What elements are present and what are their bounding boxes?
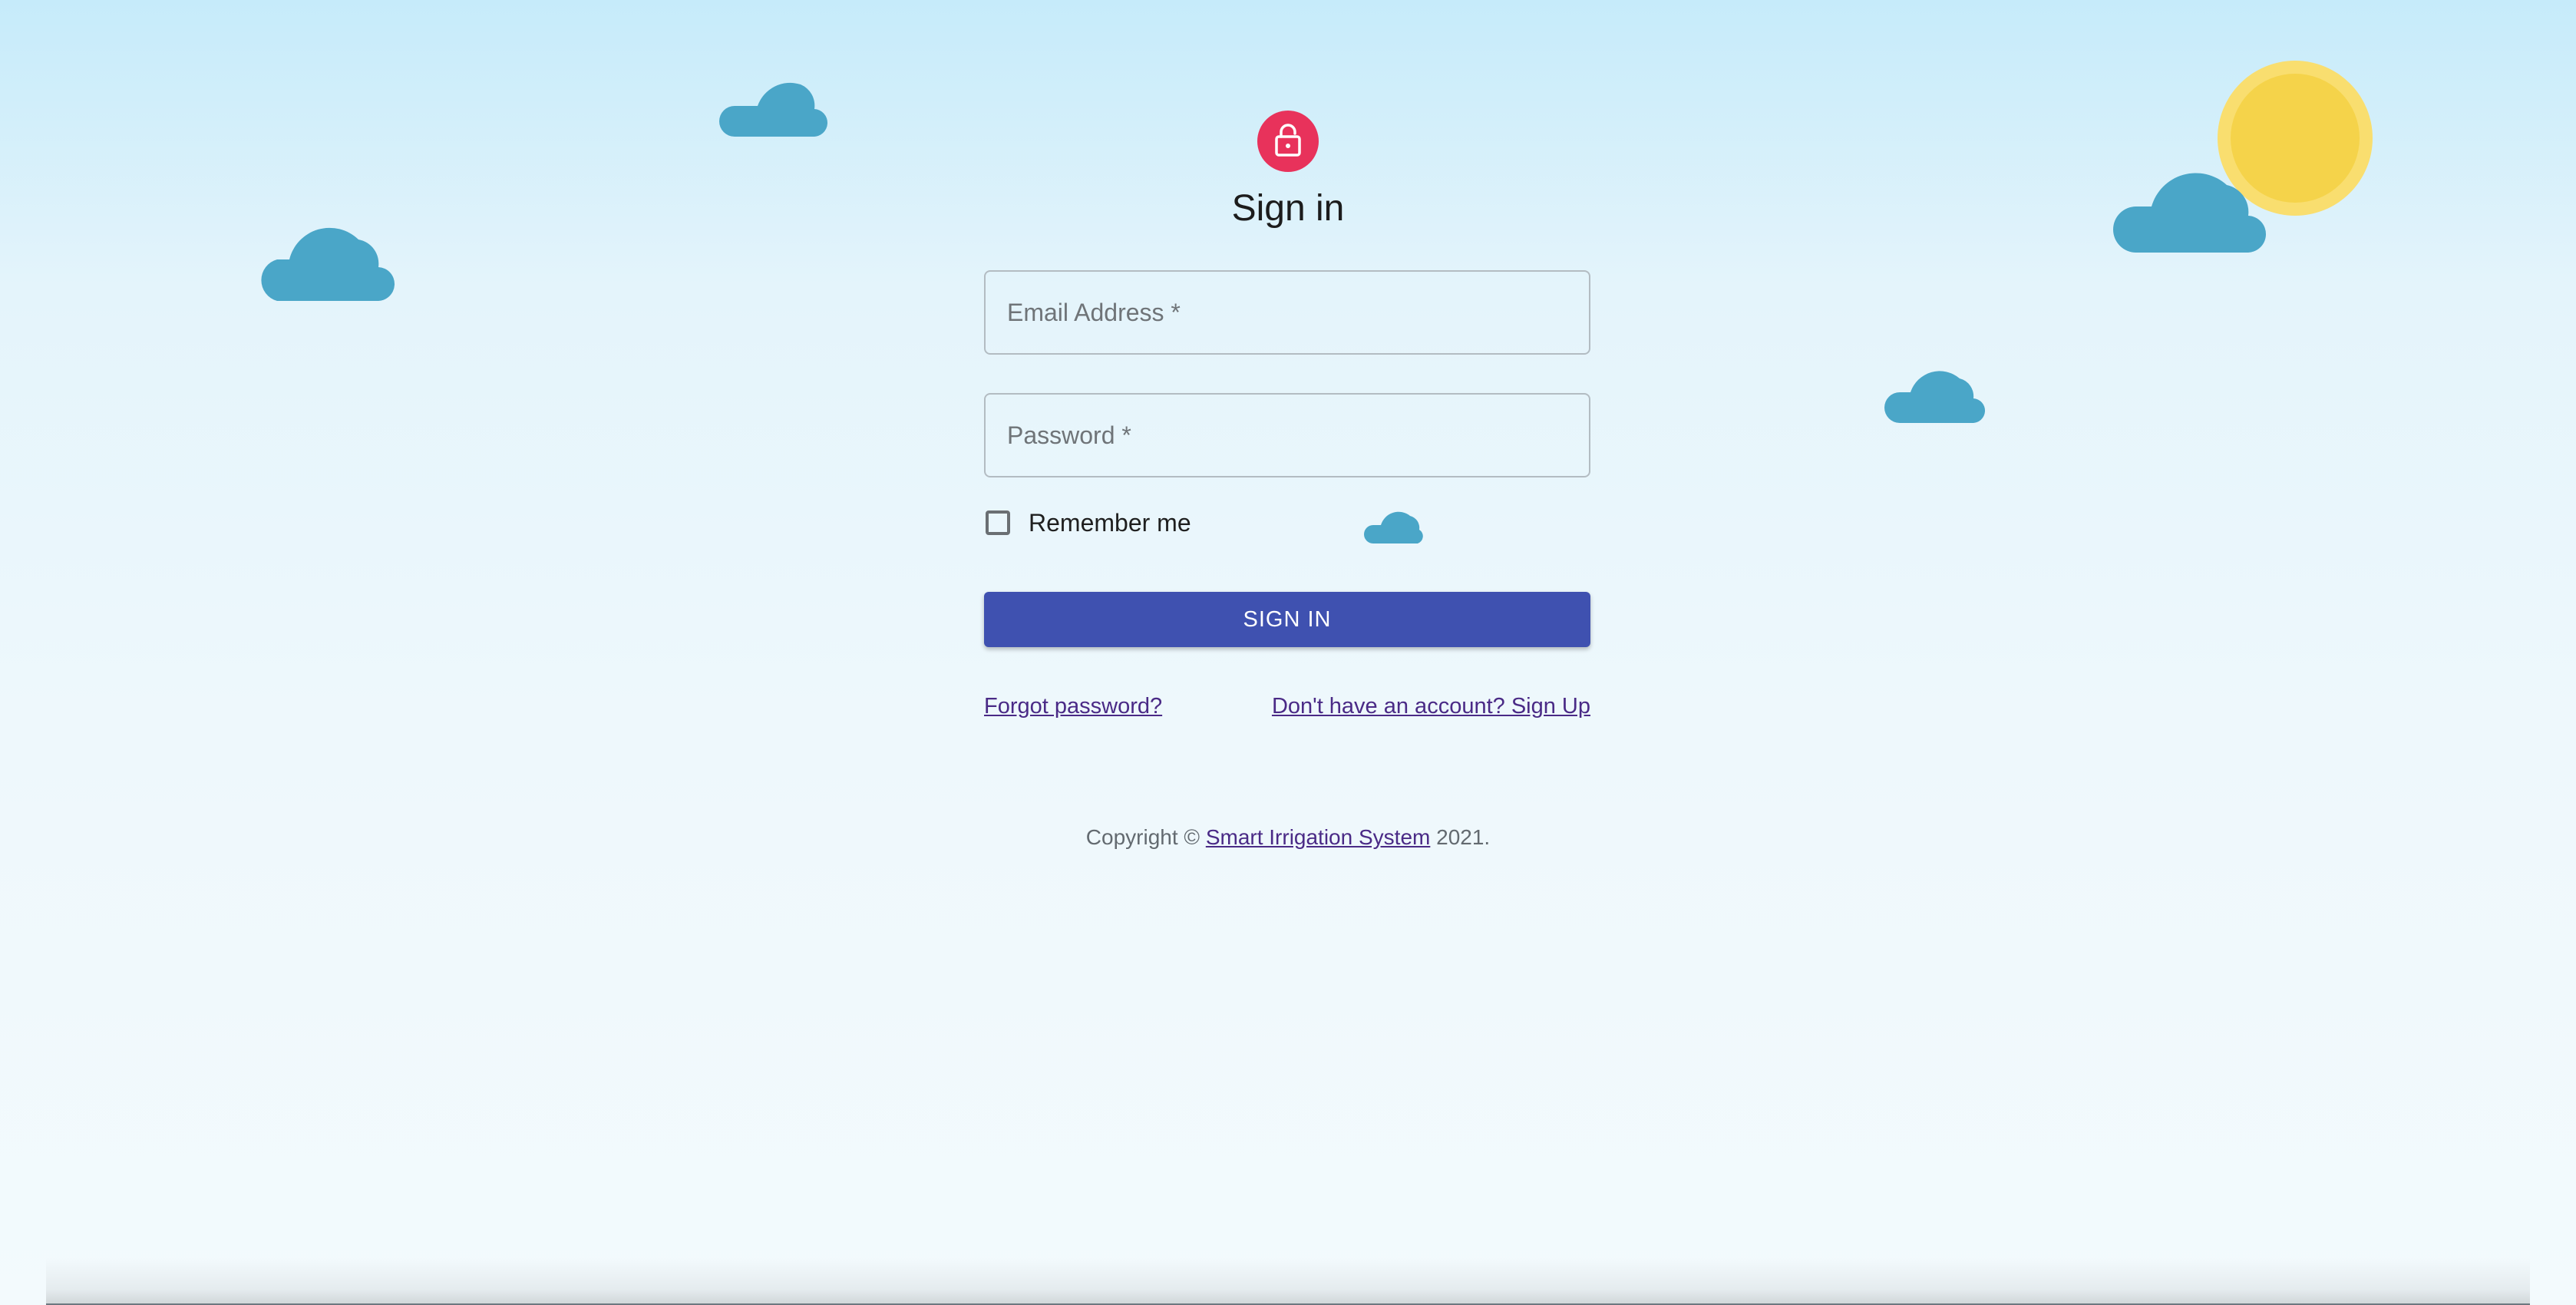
sign-in-button[interactable]: SIGN IN	[984, 592, 1590, 647]
sign-in-page: Sign in Email Address * Password * Remem…	[0, 0, 2576, 1305]
email-input[interactable]	[986, 272, 1589, 353]
brand-link[interactable]: Smart Irrigation System	[1206, 825, 1431, 849]
cloud-icon	[1884, 352, 1986, 423]
sign-up-link[interactable]: Don't have an account? Sign Up	[1272, 694, 1590, 719]
remember-me-label[interactable]: Remember me	[1029, 509, 1191, 537]
email-field[interactable]: Email Address *	[984, 270, 1590, 355]
cloud-icon	[2113, 147, 2268, 253]
lock-avatar	[1257, 111, 1319, 172]
cloud-icon	[719, 61, 828, 137]
cloud-icon	[1364, 501, 1427, 543]
copyright-text: Copyright © Smart Irrigation System 2021…	[1085, 825, 1491, 849]
cloud-icon	[256, 206, 395, 301]
page-bottom-edge	[46, 1257, 2530, 1305]
password-input[interactable]	[986, 395, 1589, 476]
remember-me-row[interactable]: Remember me	[984, 507, 1191, 539]
lock-icon	[1273, 123, 1303, 160]
password-field[interactable]: Password *	[984, 393, 1590, 477]
remember-me-checkbox[interactable]	[986, 510, 1010, 535]
forgot-password-link[interactable]: Forgot password?	[984, 694, 1162, 719]
page-title: Sign in	[1231, 188, 1345, 229]
